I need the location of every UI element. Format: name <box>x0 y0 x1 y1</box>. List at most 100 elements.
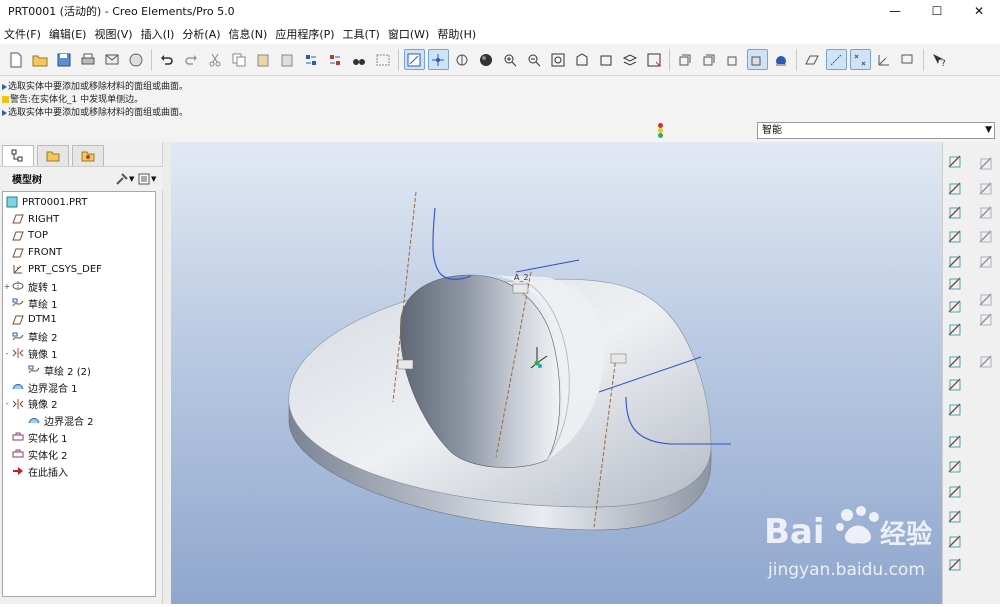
shell-icon[interactable] <box>976 203 996 223</box>
merge-icon[interactable] <box>945 532 965 552</box>
panel-splitter[interactable] <box>163 142 171 604</box>
orient-mode-button[interactable] <box>452 49 473 70</box>
selection-filter[interactable]: 智能 ▼ <box>757 122 995 139</box>
analysis-feature-icon[interactable] <box>945 297 965 317</box>
enhanced-realism-button[interactable] <box>771 49 792 70</box>
tab-model-tree[interactable] <box>2 145 34 166</box>
open-file-button[interactable] <box>30 49 51 70</box>
tree-item[interactable]: 草绘 1 <box>3 295 58 311</box>
menu-view[interactable]: 视图(V) <box>90 26 136 42</box>
rib-icon[interactable] <box>976 227 996 247</box>
regenerate-button[interactable] <box>301 49 322 70</box>
menu-help[interactable]: 帮助(H) <box>433 26 480 42</box>
minimize-button[interactable]: — <box>874 0 916 22</box>
save-button[interactable] <box>54 49 75 70</box>
tree-item[interactable]: FRONT <box>3 245 62 261</box>
window-close-button[interactable] <box>126 49 147 70</box>
annotation-toggle[interactable] <box>898 49 919 70</box>
tab-favorites[interactable] <box>72 145 104 166</box>
offset-icon[interactable] <box>945 457 965 477</box>
tree-item[interactable]: TOP <box>3 228 48 244</box>
mirror-tool-icon[interactable] <box>945 320 965 340</box>
repaint-button[interactable] <box>403 49 425 70</box>
hidden-line-button[interactable] <box>699 49 720 70</box>
maximize-button[interactable]: ☐ <box>916 0 958 22</box>
revolve-tool-icon[interactable] <box>945 375 965 395</box>
menu-insert[interactable]: 插入(I) <box>137 26 179 42</box>
undo-button[interactable] <box>157 49 178 70</box>
view-manager-button[interactable] <box>644 49 665 70</box>
layers-button[interactable] <box>620 49 641 70</box>
intersect-icon[interactable] <box>945 555 965 575</box>
tab-folder-browser[interactable] <box>37 145 69 166</box>
csys-toggle[interactable] <box>874 49 895 70</box>
tree-item[interactable]: 草绘 2 (2) <box>19 362 91 378</box>
zoom-out-button[interactable] <box>524 49 545 70</box>
expand-toggle-icon[interactable]: - <box>3 399 11 408</box>
tree-item[interactable]: 在此插入 <box>3 463 68 479</box>
send-button[interactable] <box>102 49 123 70</box>
menu-tools[interactable]: 工具(T) <box>339 26 384 42</box>
tree-item[interactable]: 实体化 1 <box>3 429 68 445</box>
refit-button[interactable] <box>548 49 569 70</box>
saved-views-button[interactable] <box>596 49 617 70</box>
expand-toggle-icon[interactable]: - <box>3 349 11 358</box>
menu-edit[interactable]: 编辑(E) <box>45 26 91 42</box>
datum-axis-toggle[interactable] <box>825 49 847 70</box>
csys-tool-icon[interactable] <box>945 274 965 294</box>
solid-model[interactable] <box>288 274 712 531</box>
tree-item[interactable]: 边界混合 1 <box>3 379 78 395</box>
curve-icon[interactable] <box>945 227 965 247</box>
round-icon[interactable] <box>976 154 996 174</box>
datum-point-toggle[interactable] <box>849 49 871 70</box>
plane-icon[interactable] <box>945 179 965 199</box>
menu-file[interactable]: 文件(F) <box>0 26 45 42</box>
paste-button[interactable] <box>253 49 274 70</box>
blend-icon[interactable] <box>976 252 996 272</box>
menu-info[interactable]: 信息(N) <box>225 26 272 42</box>
tree-item[interactable]: 边界混合 2 <box>19 413 94 429</box>
pattern-icon[interactable] <box>976 290 996 310</box>
trim-icon[interactable] <box>976 352 996 372</box>
solidify-tool-icon[interactable] <box>945 507 965 527</box>
expand-toggle-icon[interactable]: + <box>3 282 11 291</box>
extrude-icon[interactable] <box>945 352 965 372</box>
shading-button[interactable] <box>746 49 768 70</box>
find-button[interactable] <box>349 49 370 70</box>
paste-special-button[interactable] <box>277 49 298 70</box>
axis-icon[interactable] <box>945 203 965 223</box>
tree-item[interactable]: 实体化 2 <box>3 446 68 462</box>
sketch-tool-icon[interactable] <box>945 152 965 172</box>
appearance-button[interactable] <box>476 49 497 70</box>
tree-item[interactable]: - 镜像 2 <box>3 396 58 412</box>
context-help-button[interactable]: ? <box>929 49 950 70</box>
reorient-button[interactable] <box>572 49 593 70</box>
settings-icon[interactable]: ▼ <box>115 172 137 186</box>
close-button[interactable]: ✕ <box>958 0 1000 22</box>
no-hidden-button[interactable] <box>723 49 744 70</box>
tree-item[interactable]: RIGHT <box>3 211 59 227</box>
tree-item[interactable]: 草绘 2 <box>3 329 58 345</box>
tree-root[interactable]: PRT0001.PRT <box>5 194 87 210</box>
thicken-icon[interactable] <box>945 482 965 502</box>
menu-analysis[interactable]: 分析(A) <box>178 26 224 42</box>
tree-item[interactable]: + 旋转 1 <box>3 278 58 294</box>
print-button[interactable] <box>78 49 99 70</box>
new-file-button[interactable] <box>6 49 27 70</box>
show-icon[interactable]: ▼ <box>137 172 163 186</box>
tree-item[interactable]: - 镜像 1 <box>3 345 58 361</box>
copy-button[interactable] <box>229 49 250 70</box>
tree-item[interactable]: DTM1 <box>3 312 57 328</box>
select-box-button[interactable] <box>373 49 394 70</box>
redo-button[interactable] <box>181 49 202 70</box>
datum-plane-toggle[interactable] <box>802 49 823 70</box>
graphics-window[interactable]: A_2 <box>171 142 942 604</box>
spin-center-button[interactable] <box>427 49 449 70</box>
tree-item[interactable]: PRT_CSYS_DEF <box>3 261 102 277</box>
point-icon[interactable] <box>945 252 965 272</box>
extend-icon[interactable] <box>945 432 965 452</box>
cut-button[interactable] <box>205 49 226 70</box>
regen-manager-button[interactable] <box>325 49 346 70</box>
menu-applications[interactable]: 应用程序(P) <box>271 26 338 42</box>
wireframe-button[interactable] <box>675 49 696 70</box>
